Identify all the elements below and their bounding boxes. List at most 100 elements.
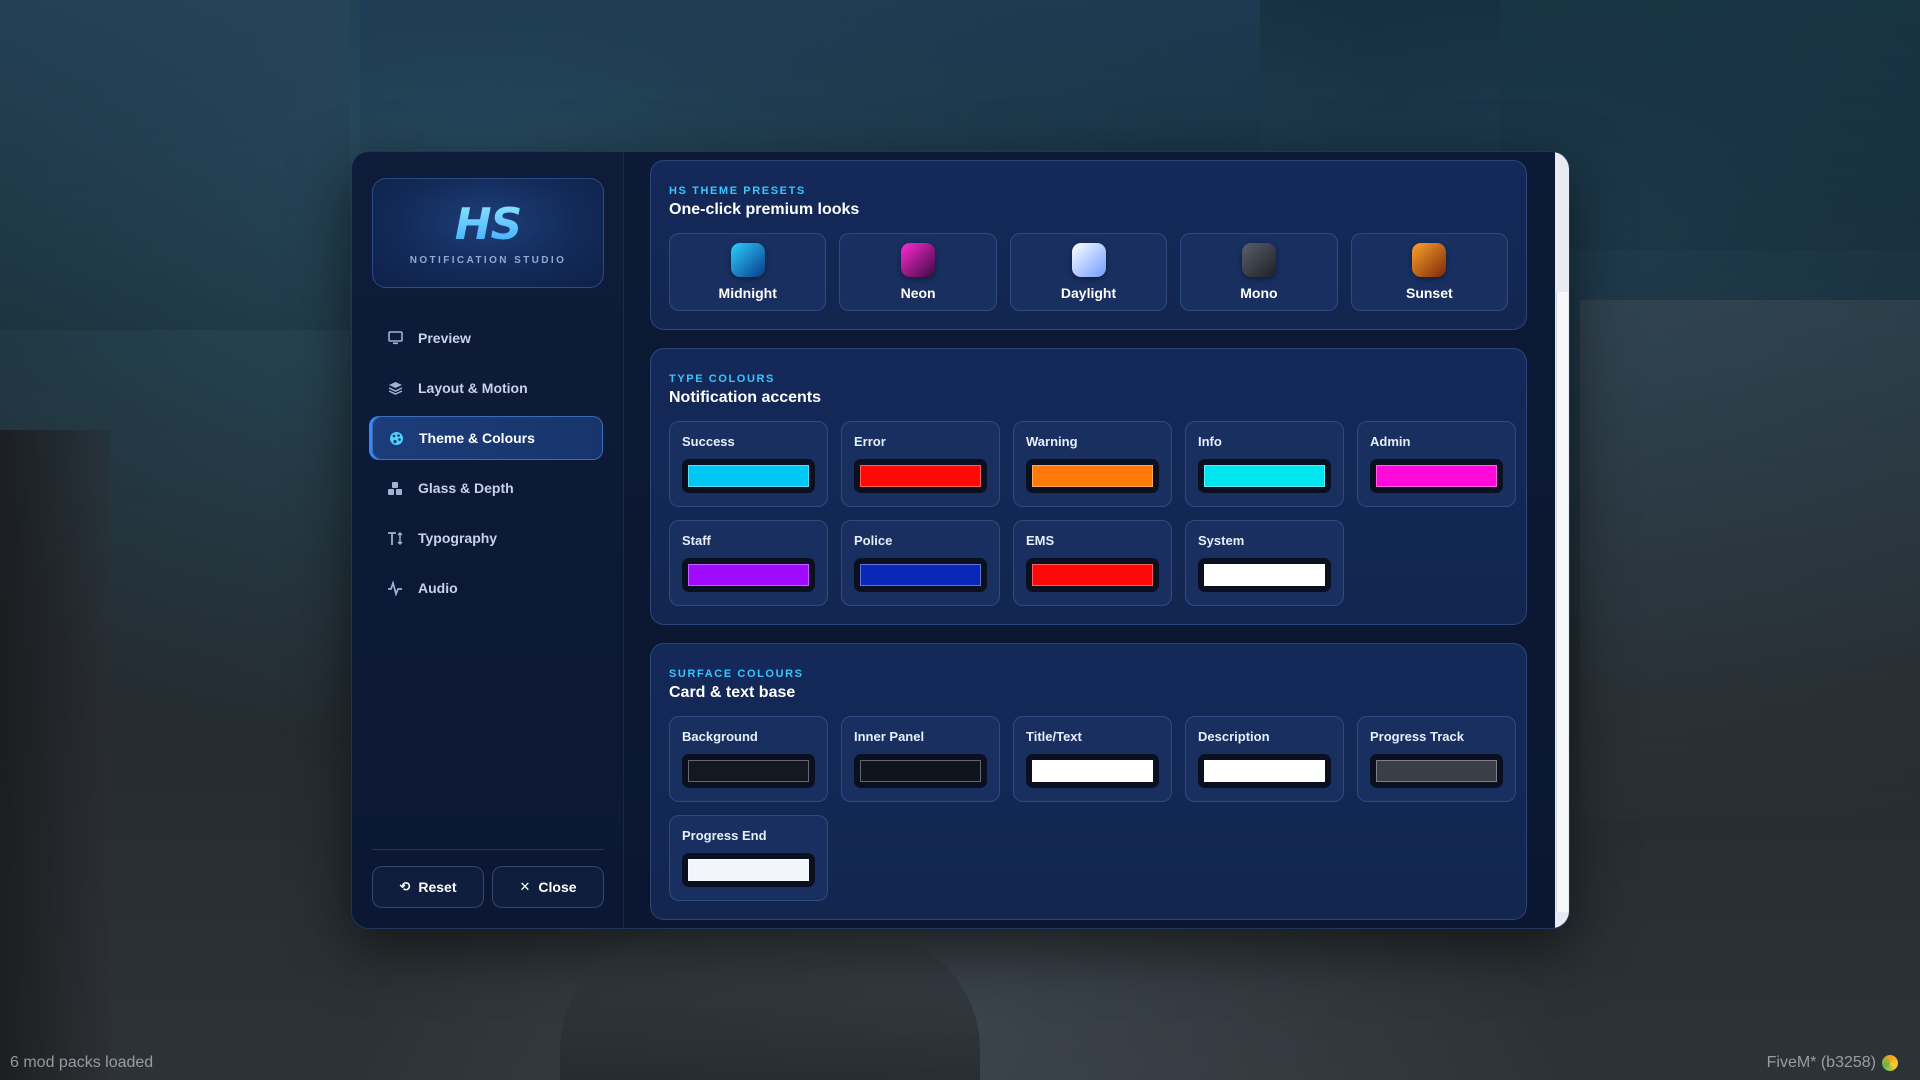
colour-picker-progress-end[interactable] — [682, 853, 815, 887]
colour-picker-system[interactable] — [1198, 558, 1331, 592]
colour-label: Description — [1198, 729, 1270, 744]
sidebar-item-layout-motion[interactable]: Layout & Motion — [372, 366, 603, 410]
client-version: FiveM* (b3258) — [1767, 1054, 1898, 1072]
colour-card-success: Success — [669, 421, 828, 507]
preset-label: Neon — [900, 285, 936, 301]
colour-picker-success[interactable] — [682, 459, 815, 493]
colour-card-staff: Staff — [669, 520, 828, 606]
sidebar-item-preview[interactable]: Preview — [372, 316, 603, 360]
colour-picker-inner-panel[interactable] — [854, 754, 987, 788]
colour-card-progress-track: Progress Track — [1357, 716, 1516, 802]
preset-mono[interactable]: Mono — [1180, 233, 1338, 311]
colour-swatch — [1032, 760, 1153, 782]
colour-picker-warning[interactable] — [1026, 459, 1159, 493]
background-road — [1580, 300, 1920, 820]
colour-label: System — [1198, 533, 1245, 548]
surface-colours-section: SURFACE COLOURS Card & text base Backgro… — [650, 643, 1527, 920]
colour-card-description: Description — [1185, 716, 1344, 802]
colour-card-system: System — [1185, 520, 1344, 606]
colour-label: Staff — [682, 533, 711, 548]
brand-subtitle: NOTIFICATION STUDIO — [409, 254, 567, 266]
cubes-icon — [386, 479, 404, 497]
sidebar-item-glass-depth[interactable]: Glass & Depth — [372, 466, 603, 510]
preset-label: Daylight — [1060, 285, 1117, 301]
colour-swatch — [1204, 760, 1325, 782]
surface-colour-grid: Background Inner Panel Title/Text Descripti… — [669, 716, 1516, 901]
section-heading: Notification accents — [669, 389, 822, 406]
colour-label: Progress Track — [1370, 729, 1464, 744]
mod-packs-status: 6 mod packs loaded — [10, 1054, 154, 1071]
section-heading: One-click premium looks — [669, 201, 860, 218]
monitor-icon — [386, 329, 404, 347]
colour-picker-title-text[interactable] — [1026, 754, 1159, 788]
scrollbar-thumb[interactable] — [1556, 292, 1568, 912]
colour-swatch — [860, 465, 981, 487]
notification-studio-modal: HS NOTIFICATION STUDIO Preview Layout & … — [351, 151, 1570, 929]
content-panel: HS THEME PRESETS One-click premium looks… — [624, 152, 1569, 928]
colour-swatch — [1376, 465, 1497, 487]
colour-picker-staff[interactable] — [682, 558, 815, 592]
preset-daylight[interactable]: Daylight — [1009, 233, 1168, 311]
colour-label: Info — [1198, 434, 1222, 449]
colour-swatch — [1204, 465, 1325, 487]
sidebar-footer: ⟲ Reset ✕ Close — [372, 849, 604, 908]
colour-label: Police — [854, 533, 893, 548]
colour-card-title-text: Title/Text — [1013, 716, 1172, 802]
text-height-icon — [386, 529, 404, 547]
sidebar-item-typography[interactable]: Typography — [372, 516, 603, 560]
preset-midnight[interactable]: Midnight — [669, 233, 827, 311]
colour-label: Inner Panel — [854, 729, 925, 744]
sidebar-item-label: Layout & Motion — [418, 380, 528, 396]
preset-swatch-icon — [901, 243, 936, 277]
undo-icon: ⟲ — [399, 879, 411, 894]
colour-picker-admin[interactable] — [1370, 459, 1503, 493]
section-eyebrow: SURFACE COLOURS — [669, 668, 804, 680]
colour-picker-info[interactable] — [1198, 459, 1331, 493]
colour-picker-ems[interactable] — [1026, 558, 1159, 592]
colour-card-admin: Admin — [1357, 421, 1516, 507]
close-icon: ✕ — [519, 879, 531, 894]
colour-label: EMS — [1026, 533, 1055, 548]
colour-swatch — [1032, 465, 1153, 487]
preset-sunset[interactable]: Sunset — [1350, 233, 1509, 311]
colour-label: Admin — [1370, 434, 1411, 449]
type-colour-grid: Success Error Warning Info Admin Staff Police E… — [669, 421, 1516, 606]
colour-swatch — [1376, 760, 1497, 782]
close-button[interactable]: ✕ Close — [492, 866, 604, 908]
colour-picker-progress-track[interactable] — [1370, 754, 1503, 788]
preset-label: Sunset — [1405, 285, 1453, 301]
sidebar: HS NOTIFICATION STUDIO Preview Layout & … — [352, 152, 624, 928]
colour-swatch — [688, 760, 809, 782]
colour-card-error: Error — [841, 421, 1000, 507]
colour-label: Error — [854, 434, 886, 449]
theme-presets-section: HS THEME PRESETS One-click premium looks… — [650, 160, 1527, 330]
preset-swatch-icon — [1241, 243, 1276, 277]
colour-picker-background[interactable] — [682, 754, 815, 788]
colour-swatch — [688, 564, 809, 586]
preset-swatch-icon — [1071, 243, 1106, 277]
colour-picker-police[interactable] — [854, 558, 987, 592]
sidebar-item-theme-colours[interactable]: Theme & Colours — [372, 416, 603, 460]
background-pole — [0, 430, 110, 1080]
colour-label: Warning — [1026, 434, 1078, 449]
player-character — [560, 930, 980, 1080]
colour-picker-description[interactable] — [1198, 754, 1331, 788]
colour-picker-error[interactable] — [854, 459, 987, 493]
sidebar-item-label: Typography — [418, 530, 498, 546]
background-building-left — [0, 0, 350, 330]
close-label: Close — [538, 879, 577, 895]
preset-list: Midnight Neon Daylight Mono Sunset — [669, 233, 1509, 311]
preset-swatch-icon — [730, 243, 765, 277]
colour-card-info: Info — [1185, 421, 1344, 507]
sidebar-item-label: Theme & Colours — [419, 430, 535, 446]
colour-card-background: Background — [669, 716, 828, 802]
brand-logo: HS — [454, 198, 523, 250]
section-eyebrow: TYPE COLOURS — [669, 373, 775, 385]
sidebar-item-audio[interactable]: Audio — [372, 566, 603, 610]
colour-card-inner-panel: Inner Panel — [841, 716, 1000, 802]
client-version-label: FiveM* (b3258) — [1766, 1054, 1876, 1071]
preset-neon[interactable]: Neon — [839, 233, 997, 311]
reset-button[interactable]: ⟲ Reset — [372, 866, 484, 908]
section-heading: Card & text base — [669, 684, 796, 701]
colour-label: Success — [682, 434, 735, 449]
